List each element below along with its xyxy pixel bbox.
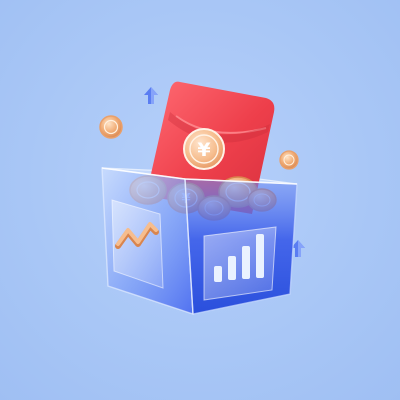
illustration-svg: ¥ ¥ [99, 81, 305, 315]
yuan-coin-icon [99, 115, 123, 139]
glass-box-front-face [184, 178, 298, 315]
currency-symbol: ¥ [197, 139, 210, 161]
yuan-coin-icon [279, 150, 299, 170]
up-arrow-icon [144, 87, 158, 104]
glass-box-left-face [101, 167, 194, 315]
envelope-seal: ¥ [183, 128, 225, 170]
illustration-canvas: ¥ ¥ [0, 0, 400, 400]
